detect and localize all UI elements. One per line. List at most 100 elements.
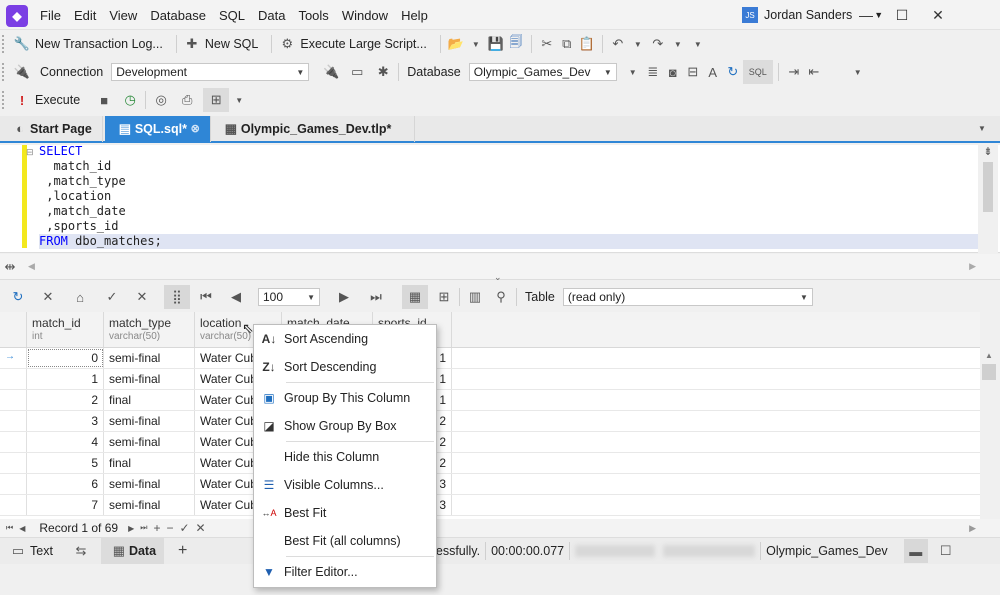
menu-sql[interactable]: SQL bbox=[219, 8, 245, 23]
table-view-icon[interactable]: ▦ bbox=[402, 285, 428, 309]
panel-maximize-icon[interactable]: ☐ bbox=[936, 541, 956, 561]
text-case-icon[interactable]: A bbox=[703, 62, 723, 82]
database-select[interactable]: Olympic_Games_Dev ▼ bbox=[468, 63, 617, 81]
find-icon[interactable]: ⚲ bbox=[491, 287, 511, 307]
column-header-match-id[interactable]: match_id int bbox=[27, 312, 104, 347]
menu-item-best-fit[interactable]: ↔ A Best Fit bbox=[254, 499, 436, 527]
menu-item-show-group-by-box[interactable]: ◪ Show Group By Box bbox=[254, 412, 436, 440]
menu-edit[interactable]: Edit bbox=[74, 8, 96, 23]
grid-scrollbar[interactable]: ▲ bbox=[980, 347, 998, 519]
chevron-down-icon[interactable]: ▼ bbox=[628, 34, 648, 54]
execute-plan-icon[interactable]: ⎙ bbox=[177, 90, 197, 110]
apply-changes-icon[interactable]: ⌂ bbox=[70, 287, 90, 307]
toolbar-grip[interactable] bbox=[2, 91, 6, 109]
cell-match-id[interactable]: 0 bbox=[27, 348, 104, 368]
sql-code[interactable]: SELECT match_id ,match_type ,location ,m… bbox=[39, 144, 979, 249]
add-tab-icon[interactable]: + bbox=[178, 542, 187, 560]
tab-olympic-games-dev[interactable]: ▦ Olympic_Games_Dev.tlp* bbox=[211, 115, 415, 142]
chevron-down-icon[interactable]: ▼ bbox=[229, 90, 249, 110]
scroll-up-icon[interactable]: ▲ bbox=[980, 351, 998, 360]
close-button[interactable]: ✕ bbox=[920, 7, 956, 24]
menu-window[interactable]: Window bbox=[342, 8, 388, 23]
new-sql-button[interactable]: New SQL bbox=[205, 37, 259, 51]
outdent-icon[interactable]: ⇤ bbox=[804, 62, 824, 82]
data-grid[interactable]: match_id int match_type varchar(50) locati… bbox=[0, 312, 980, 519]
format-icon[interactable]: ⊟ bbox=[683, 62, 703, 82]
paste-icon[interactable]: 📋 bbox=[577, 34, 597, 54]
splitter-icon[interactable]: ⇹ bbox=[0, 257, 20, 277]
table-row[interactable]: 3 semi-final Water Cub 2 bbox=[0, 411, 980, 432]
tab-sql[interactable]: ▤ SQL.sql* ⊗ bbox=[104, 115, 211, 142]
cell-match-id[interactable]: 1 bbox=[27, 369, 104, 389]
cell-match-type[interactable]: semi-final bbox=[104, 495, 195, 515]
disconnect-icon[interactable]: ✱ bbox=[373, 62, 393, 82]
prev-record-icon[interactable]: ◀ bbox=[19, 524, 25, 533]
menu-item-filter-editor[interactable]: ▼ Filter Editor... bbox=[254, 558, 436, 586]
last-record-icon[interactable]: ⏭ bbox=[140, 523, 147, 533]
delete-record-icon[interactable]: − bbox=[166, 521, 173, 535]
refresh-icon[interactable]: ↻ bbox=[8, 287, 28, 307]
apply-record-icon[interactable]: ✓ bbox=[179, 521, 189, 535]
cancel-icon[interactable]: ✕ bbox=[38, 287, 58, 307]
data-tab[interactable]: ▦ Data bbox=[100, 538, 165, 564]
grid-view-icon[interactable]: ⣿ bbox=[164, 285, 190, 309]
cancel-record-icon[interactable]: ✕ bbox=[196, 521, 206, 535]
menu-item-sort-descending[interactable]: Z ↓ Sort Descending bbox=[254, 353, 436, 381]
table-row[interactable]: 1 semi-final Water Cub 1 bbox=[0, 369, 980, 390]
toolbar-grip[interactable] bbox=[2, 63, 6, 81]
refresh-icon[interactable]: ↻ bbox=[723, 62, 743, 82]
cell-match-type[interactable]: semi-final bbox=[104, 474, 195, 494]
maximize-button[interactable]: ☐ bbox=[884, 7, 920, 24]
scroll-right-icon[interactable]: ▶ bbox=[969, 523, 976, 534]
new-transaction-log-button[interactable]: New Transaction Log... bbox=[35, 37, 163, 51]
chevron-down-icon[interactable]: ▼ bbox=[466, 34, 486, 54]
connect-icon[interactable]: 🔌 bbox=[321, 62, 341, 82]
table-row[interactable]: 5 final Water Cub 2 bbox=[0, 453, 980, 474]
query-builder-icon[interactable]: ⊞ bbox=[203, 88, 230, 112]
collapse-icon[interactable]: ⊟ bbox=[26, 147, 34, 158]
cell-match-id[interactable]: 3 bbox=[27, 411, 104, 431]
copy-icon[interactable]: ⧉ bbox=[557, 34, 577, 54]
next-page-icon[interactable]: ▶ bbox=[334, 287, 354, 307]
toolbar-grip[interactable] bbox=[2, 35, 6, 53]
menu-item-group-by-column[interactable]: ▣ Group By This Column bbox=[254, 384, 436, 412]
indent-icon[interactable]: ⇥ bbox=[784, 62, 804, 82]
menu-tools[interactable]: Tools bbox=[298, 8, 328, 23]
scroll-left-icon[interactable]: ◀ bbox=[28, 261, 35, 272]
undo-icon[interactable]: ↶ bbox=[608, 34, 628, 54]
menu-file[interactable]: File bbox=[40, 8, 61, 23]
card-view-icon[interactable]: ⊞ bbox=[434, 287, 454, 307]
menu-help[interactable]: Help bbox=[401, 8, 428, 23]
cell-match-type[interactable]: final bbox=[104, 390, 195, 410]
prev-page-icon[interactable]: ◀ bbox=[226, 287, 246, 307]
scroll-right-icon[interactable]: ▶ bbox=[969, 261, 976, 272]
cell-match-id[interactable]: 6 bbox=[27, 474, 104, 494]
tab-start-page[interactable]: ◐ Start Page bbox=[0, 115, 103, 142]
next-record-icon[interactable]: ▶ bbox=[128, 524, 134, 533]
new-connection-icon[interactable]: ▭ bbox=[347, 62, 367, 82]
last-page-icon[interactable]: ⏭ bbox=[366, 287, 386, 307]
splitter-handle-icon[interactable]: ⌄ bbox=[494, 272, 502, 283]
open-folder-icon[interactable]: 📂 bbox=[446, 34, 466, 54]
menu-item-visible-columns[interactable]: ☰ Visible Columns... bbox=[254, 471, 436, 499]
cell-match-type[interactable]: final bbox=[104, 453, 195, 473]
scroll-thumb[interactable] bbox=[983, 162, 993, 212]
scroll-thumb[interactable] bbox=[982, 364, 996, 380]
execute-button[interactable]: Execute bbox=[35, 93, 80, 107]
redo-icon[interactable]: ↷ bbox=[648, 34, 668, 54]
first-page-icon[interactable]: ⏮ bbox=[196, 287, 216, 307]
table-row[interactable]: 6 semi-final Water Cub 3 bbox=[0, 474, 980, 495]
stop-icon[interactable]: ■ bbox=[94, 90, 114, 110]
table-row[interactable]: → 0 semi-final Water Cub 1 bbox=[0, 348, 980, 369]
menu-data[interactable]: Data bbox=[258, 8, 285, 23]
save-icon[interactable]: 💾 bbox=[486, 34, 506, 54]
discard-icon[interactable]: ✕ bbox=[132, 287, 152, 307]
profile-icon[interactable]: ◎ bbox=[151, 90, 171, 110]
table-mode-select[interactable]: (read only) ▼ bbox=[562, 288, 813, 306]
panel-bottom-icon[interactable]: ▬ bbox=[903, 539, 928, 563]
chevron-down-icon[interactable]: ▼ bbox=[668, 34, 688, 54]
execute-current-icon[interactable]: ◷ bbox=[120, 90, 140, 110]
table-row[interactable]: 4 semi-final Water Cub 2 bbox=[0, 432, 980, 453]
chevron-down-icon[interactable]: ▼ bbox=[623, 62, 643, 82]
save-all-icon[interactable]: 🗐 bbox=[506, 34, 526, 54]
